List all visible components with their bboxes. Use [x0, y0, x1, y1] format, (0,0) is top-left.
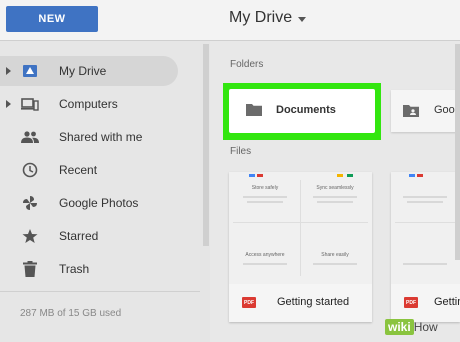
- sidebar-item-label: Starred: [59, 229, 99, 243]
- star-icon: [21, 227, 39, 245]
- file-card-getting-started[interactable]: Store safely Sync seamlessly Access anyw…: [229, 172, 372, 322]
- file-card-getting[interactable]: PDF Getting: [391, 172, 460, 322]
- thumb-caption: Access anywhere: [245, 252, 285, 258]
- sidebar-item-label: Google Photos: [59, 196, 139, 210]
- sidebar-item-google-photos[interactable]: Google Photos: [0, 188, 178, 218]
- files-heading: Files: [230, 146, 252, 157]
- pdf-file-icon: PDF: [404, 297, 418, 308]
- thumb-caption: Sync seamlessly: [316, 185, 354, 191]
- sidebar-item-starred[interactable]: Starred: [0, 221, 178, 251]
- drive-title-dropdown[interactable]: My Drive: [229, 9, 307, 27]
- sidebar-item-label: My Drive: [59, 64, 107, 78]
- page-title: My Drive: [229, 9, 293, 26]
- expand-arrow-icon[interactable]: [6, 67, 11, 75]
- sidebar: My Drive Computers Shared with me Recent…: [0, 41, 200, 342]
- pdf-file-icon: PDF: [242, 297, 256, 308]
- sidebar-divider: [0, 291, 200, 292]
- watermark: wiki How: [385, 319, 438, 335]
- new-button[interactable]: NEW: [6, 6, 98, 32]
- thumb-caption: Store safely: [251, 185, 279, 191]
- sidebar-scrollbar[interactable]: [203, 44, 209, 246]
- sidebar-item-my-drive[interactable]: My Drive: [0, 56, 178, 86]
- expand-arrow-icon[interactable]: [6, 100, 11, 108]
- shared-folder-icon: [403, 104, 419, 122]
- file-label: Getting started: [277, 296, 350, 308]
- sidebar-item-label: Shared with me: [59, 130, 143, 144]
- sidebar-item-shared-with-me[interactable]: Shared with me: [0, 122, 178, 152]
- sidebar-item-label: Computers: [59, 97, 118, 111]
- main-scrollbar[interactable]: [455, 44, 460, 260]
- pinwheel-icon: [21, 194, 39, 212]
- trash-icon: [21, 260, 39, 278]
- computers-icon: [21, 95, 39, 113]
- sidebar-item-label: Trash: [59, 262, 90, 276]
- folder-label: Documents: [276, 104, 336, 116]
- file-thumbnail: [391, 172, 460, 284]
- drive-icon: [21, 62, 39, 80]
- watermark-suffix: How: [413, 320, 438, 334]
- file-thumbnail: Store safely Sync seamlessly Access anyw…: [229, 172, 372, 284]
- sidebar-item-label: Recent: [59, 163, 98, 177]
- storage-usage: 287 MB of 15 GB used: [20, 308, 122, 319]
- sidebar-item-computers[interactable]: Computers: [0, 89, 178, 119]
- clock-icon: [21, 161, 39, 179]
- sidebar-item-trash[interactable]: Trash: [0, 254, 178, 284]
- thumb-caption: Share easily: [321, 252, 349, 258]
- folder-icon: [246, 103, 262, 121]
- shared-people-icon: [21, 128, 39, 146]
- caret-down-icon: [298, 16, 307, 22]
- file-label: Getting: [434, 296, 460, 308]
- watermark-prefix: wiki: [385, 319, 414, 335]
- folders-heading: Folders: [230, 59, 264, 70]
- sidebar-item-recent[interactable]: Recent: [0, 155, 178, 185]
